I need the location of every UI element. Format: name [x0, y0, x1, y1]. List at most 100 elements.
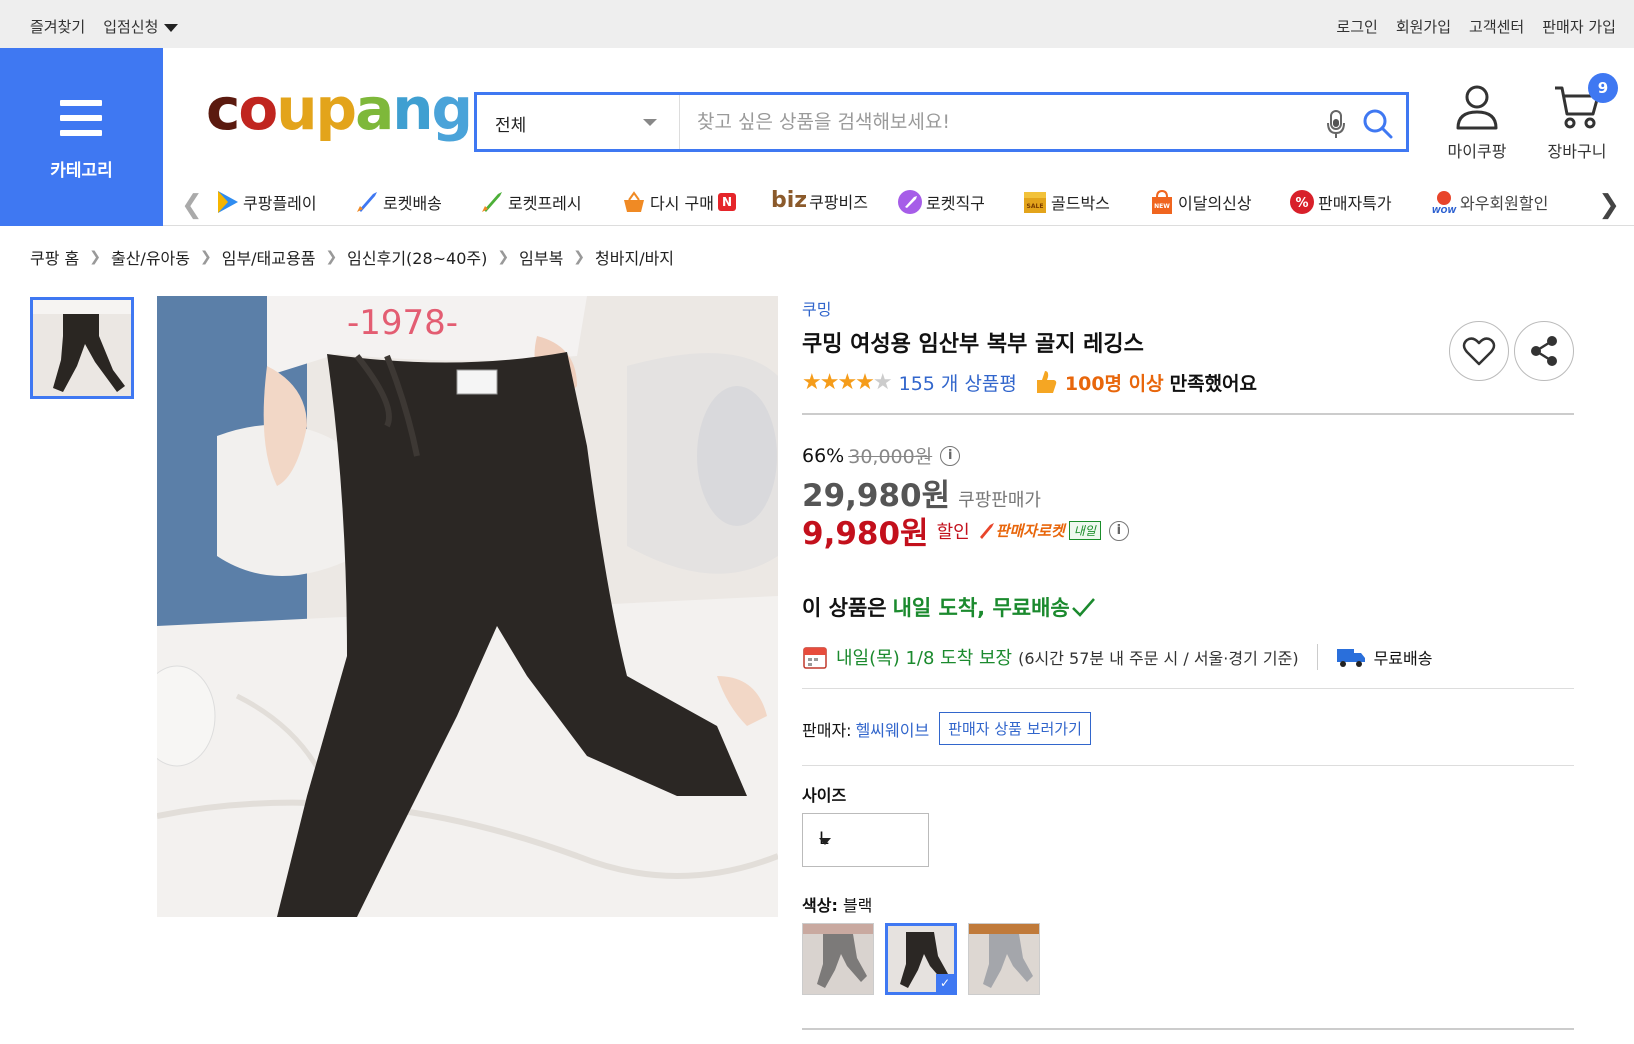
coupang-logo[interactable]: coupang: [206, 80, 473, 138]
info-icon[interactable]: i: [1108, 520, 1129, 541]
svg-text:NEW: NEW: [1154, 203, 1170, 210]
color-swatch-gray[interactable]: [802, 923, 874, 995]
nav-rocket-fresh[interactable]: 로켓프레시: [478, 188, 582, 216]
breadcrumb: 쿠팡 홈 ❯ 출산/유아동 ❯ 임부/태교용품 ❯ 임신후기(28~40주) ❯…: [30, 245, 674, 269]
search-category-value: 전체: [495, 116, 527, 136]
rocket-icon: [357, 192, 377, 212]
logo-letter: u: [276, 75, 317, 143]
category-menu-button[interactable]: 카테고리: [0, 48, 163, 226]
review-count-link[interactable]: 155 개 상품평: [899, 369, 1017, 396]
original-price: 30,000원: [848, 446, 933, 468]
microphone-icon[interactable]: [1325, 109, 1347, 139]
svg-text:SALE: SALE: [1027, 203, 1044, 210]
chevron-right-icon: ❯: [325, 249, 338, 265]
shirt-print-text: -1978-: [347, 303, 458, 343]
nav-coupang-play[interactable]: 쿠팡플레이: [213, 188, 317, 216]
dropdown-arrow-icon: [643, 119, 657, 126]
nav-goldbox[interactable]: SALE 골드박스: [1021, 188, 1110, 216]
cart-count-badge: 9: [1588, 73, 1618, 103]
breadcrumb-item[interactable]: 임부/태교용품: [222, 245, 316, 269]
customer-center-link[interactable]: 고객센터: [1469, 16, 1524, 37]
breadcrumb-item[interactable]: 청바지/바지: [595, 245, 674, 269]
signup-link[interactable]: 회원가입: [1396, 16, 1451, 37]
breadcrumb-item[interactable]: 임부복: [519, 245, 563, 269]
seller-signup-link[interactable]: 판매자 가입: [1542, 16, 1616, 37]
rating-row: ★★★★★ 155 개 상품평 100명 이상 만족했어요: [802, 368, 1257, 396]
nav-seller-deals[interactable]: % 판매자특가: [1288, 188, 1392, 216]
top-utility-bar: 즐겨찾기 입점신청 로그인 회원가입 고객센터 판매자 가입: [0, 0, 1634, 48]
nav-rocket-direct[interactable]: 로켓직구: [896, 188, 985, 216]
calendar-icon: [803, 647, 827, 669]
product-thumbnail[interactable]: [30, 297, 134, 399]
product-main-image[interactable]: -1978-: [157, 296, 778, 917]
free-shipping-label: 무료배송: [1373, 649, 1433, 668]
login-link[interactable]: 로그인: [1336, 16, 1377, 37]
nav-rocket-delivery[interactable]: 로켓배송: [353, 188, 442, 216]
user-icon: [1456, 85, 1498, 130]
wishlist-button[interactable]: [1449, 321, 1509, 381]
logo-letter: a: [355, 75, 394, 143]
search-input[interactable]: [697, 109, 1297, 135]
breadcrumb-item[interactable]: 쿠팡 홈: [30, 245, 79, 269]
product-title: 쿠밍 여성용 임산부 복부 골지 레깅스: [802, 332, 1144, 357]
color-swatch-lightgray[interactable]: [968, 923, 1040, 995]
chevron-right-icon: ❯: [573, 249, 586, 265]
cart-label: 장바구니: [1547, 142, 1607, 161]
arrival-highlight: 내일 도착, 무료배송: [892, 596, 1070, 620]
dropdown-arrow-icon: [819, 838, 831, 845]
chevron-right-icon: ❯: [497, 249, 510, 265]
check-icon: [1071, 598, 1095, 617]
sale-label: 할인: [936, 521, 970, 543]
nav-prev-icon[interactable]: ❮: [181, 190, 203, 220]
shopping-bag-icon: NEW: [1152, 189, 1172, 214]
satisfaction-highlight: 100명 이상: [1064, 372, 1164, 395]
arrival-headline: 이 상품은 내일 도착, 무료배송: [802, 592, 1096, 622]
brand-link[interactable]: 쿠밍: [802, 296, 831, 320]
truck-icon: [1336, 649, 1365, 667]
seller-products-button[interactable]: 판매자 상품 보러가기: [939, 712, 1091, 745]
nav-label: 로켓배송: [383, 194, 442, 213]
vendor-apply-label: 입점신청: [103, 18, 159, 36]
category-label: 카테고리: [50, 161, 113, 181]
nav-label: 쿠팡플레이: [243, 194, 317, 213]
rocket-label: 판매자로켓: [995, 522, 1065, 540]
selected-check-icon: ✓: [936, 974, 954, 992]
discount-row: 66% 30,000원 i: [802, 442, 961, 469]
svg-text:WOW: WOW: [1432, 206, 1458, 215]
breadcrumb-item[interactable]: 출산/유아동: [111, 245, 190, 269]
share-button[interactable]: [1514, 321, 1574, 381]
bookmark-link[interactable]: 즐겨찾기: [30, 16, 85, 37]
nav-label: 로켓프레시: [508, 194, 582, 213]
info-icon[interactable]: i: [940, 445, 961, 466]
breadcrumb-item[interactable]: 임신후기(28~40주): [347, 245, 487, 269]
chevron-down-icon: [164, 23, 179, 32]
search-bar: 전체: [474, 92, 1409, 152]
divider: [1316, 644, 1318, 670]
divider: [802, 1028, 1574, 1030]
delivery-condition: (6시간 57분 내 주문 시 / 서울·경기 기준): [1018, 649, 1299, 668]
nav-next-icon[interactable]: ❯: [1598, 190, 1620, 220]
size-label: 사이즈: [802, 786, 847, 805]
color-swatch-black[interactable]: ✓: [885, 923, 957, 995]
my-coupang-button[interactable]: 마이쿠팡: [1440, 84, 1514, 162]
swatch-image: [969, 924, 1039, 994]
star-rating-icon: ★★★★★: [802, 369, 893, 395]
rocket-icon: [979, 522, 994, 539]
color-label-key: 색상:: [802, 896, 838, 915]
share-icon: [1531, 336, 1557, 366]
nav-coupang-biz[interactable]: biz 쿠팡비즈: [771, 188, 868, 213]
nav-wow-discount[interactable]: WOW 와우회원할인: [1430, 188, 1548, 216]
category-nav-row: ❮ 쿠팡플레이 로켓배송 로켓프레시 다시 구매 N biz 쿠팡비즈 로켓직구…: [163, 180, 1634, 226]
nav-rebuy[interactable]: 다시 구매 N: [620, 188, 736, 216]
logo-letter: g: [431, 75, 474, 143]
nav-monthly-new[interactable]: NEW 이달의신상: [1148, 188, 1252, 216]
seller-name-link[interactable]: 헬씨웨이브: [856, 717, 930, 741]
vendor-apply-link[interactable]: 입점신청: [103, 16, 179, 37]
nav-label: 쿠팡비즈: [809, 192, 868, 212]
search-category-select[interactable]: 전체: [477, 95, 680, 149]
logo-letter: n: [392, 75, 433, 143]
rocket-direct-icon: [898, 190, 922, 214]
search-icon[interactable]: [1362, 108, 1394, 140]
delivery-row: 내일(목) 1/8 도착 보장 (6시간 57분 내 주문 시 / 서울·경기 …: [802, 644, 1574, 670]
size-select[interactable]: L: [802, 813, 929, 867]
